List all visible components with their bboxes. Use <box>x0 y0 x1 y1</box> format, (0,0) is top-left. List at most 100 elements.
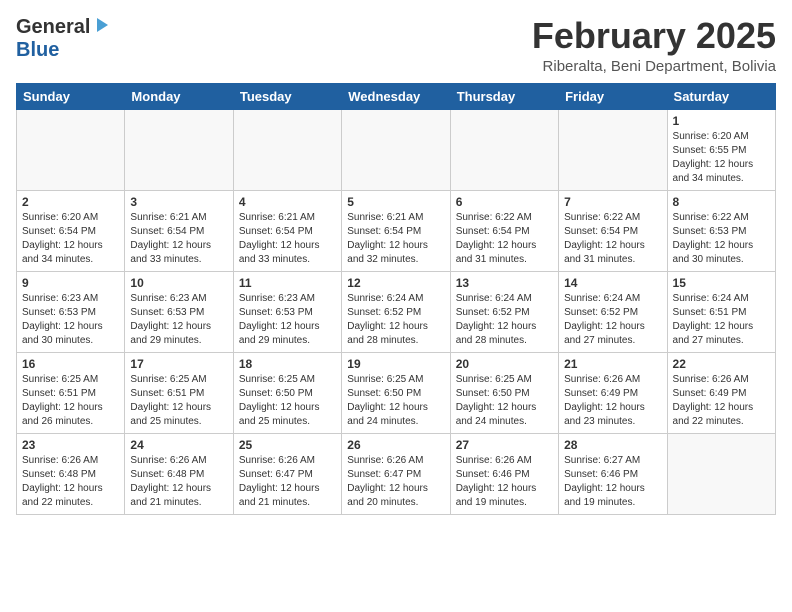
calendar-day-cell <box>667 433 775 514</box>
day-number: 14 <box>564 276 661 290</box>
day-number: 1 <box>673 114 770 128</box>
calendar-day-cell: 14 Sunrise: 6:24 AM Sunset: 6:52 PM Dayli… <box>559 271 667 352</box>
day-info: Sunrise: 6:26 AM Sunset: 6:47 PM Dayligh… <box>347 454 444 510</box>
day-info: Sunrise: 6:20 AM Sunset: 6:54 PM Dayligh… <box>22 211 119 267</box>
day-info: Sunrise: 6:22 AM Sunset: 6:54 PM Dayligh… <box>564 211 661 267</box>
day-number: 2 <box>22 195 119 209</box>
day-info: Sunrise: 6:22 AM Sunset: 6:54 PM Dayligh… <box>456 211 553 267</box>
day-info: Sunrise: 6:26 AM Sunset: 6:49 PM Dayligh… <box>564 373 661 429</box>
calendar-day-cell: 11 Sunrise: 6:23 AM Sunset: 6:53 PM Dayli… <box>233 271 341 352</box>
day-number: 11 <box>239 276 336 290</box>
calendar-day-cell: 6 Sunrise: 6:22 AM Sunset: 6:54 PM Daylig… <box>450 190 558 271</box>
title-block: February 2025 Riberalta, Beni Department… <box>532 16 776 75</box>
calendar-day-cell <box>559 109 667 190</box>
day-info: Sunrise: 6:25 AM Sunset: 6:50 PM Dayligh… <box>456 373 553 429</box>
calendar-day-cell: 25Sunrise: 6:26 AM Sunset: 6:47 PM Dayli… <box>233 433 341 514</box>
weekday-header-tuesday: Tuesday <box>233 83 341 109</box>
day-info: Sunrise: 6:24 AM Sunset: 6:52 PM Dayligh… <box>564 292 661 348</box>
day-number: 28 <box>564 438 661 452</box>
day-number: 7 <box>564 195 661 209</box>
calendar-day-cell: 27 Sunrise: 6:26 AM Sunset: 6:46 PM Dayli… <box>450 433 558 514</box>
logo-triangle-icon <box>92 16 110 34</box>
day-number: 21 <box>564 357 661 371</box>
day-info: Sunrise: 6:27 AM Sunset: 6:46 PM Dayligh… <box>564 454 661 510</box>
day-number: 26 <box>347 438 444 452</box>
day-info: Sunrise: 6:21 AM Sunset: 6:54 PM Dayligh… <box>130 211 227 267</box>
day-info: Sunrise: 6:26 AM Sunset: 6:48 PM Dayligh… <box>22 454 119 510</box>
logo-blue-text: Blue <box>16 39 59 61</box>
day-info: Sunrise: 6:21 AM Sunset: 6:54 PM Dayligh… <box>347 211 444 267</box>
day-info: Sunrise: 6:26 AM Sunset: 6:49 PM Dayligh… <box>673 373 770 429</box>
day-number: 13 <box>456 276 553 290</box>
day-number: 20 <box>456 357 553 371</box>
weekday-header-sunday: Sunday <box>17 83 125 109</box>
day-number: 17 <box>130 357 227 371</box>
calendar-day-cell: 5 Sunrise: 6:21 AM Sunset: 6:54 PM Daylig… <box>342 190 450 271</box>
calendar-day-cell: 26 Sunrise: 6:26 AM Sunset: 6:47 PM Dayli… <box>342 433 450 514</box>
weekday-header-wednesday: Wednesday <box>342 83 450 109</box>
day-number: 25 <box>239 438 336 452</box>
calendar-day-cell: 7 Sunrise: 6:22 AM Sunset: 6:54 PM Daylig… <box>559 190 667 271</box>
day-info: Sunrise: 6:24 AM Sunset: 6:52 PM Dayligh… <box>456 292 553 348</box>
calendar-day-cell: 21 Sunrise: 6:26 AM Sunset: 6:49 PM Dayli… <box>559 352 667 433</box>
calendar-day-cell <box>342 109 450 190</box>
day-number: 5 <box>347 195 444 209</box>
day-info: Sunrise: 6:23 AM Sunset: 6:53 PM Dayligh… <box>239 292 336 348</box>
location-title: Riberalta, Beni Department, Bolivia <box>532 58 776 75</box>
calendar-day-cell: 8Sunrise: 6:22 AM Sunset: 6:53 PM Daylig… <box>667 190 775 271</box>
calendar-day-cell <box>233 109 341 190</box>
calendar-day-cell: 16Sunrise: 6:25 AM Sunset: 6:51 PM Dayli… <box>17 352 125 433</box>
calendar-day-cell: 28 Sunrise: 6:27 AM Sunset: 6:46 PM Dayli… <box>559 433 667 514</box>
calendar-week-row: 9 Sunrise: 6:23 AM Sunset: 6:53 PM Daylig… <box>17 271 776 352</box>
logo-general-text: General <box>16 16 90 39</box>
day-number: 22 <box>673 357 770 371</box>
day-info: Sunrise: 6:24 AM Sunset: 6:51 PM Dayligh… <box>673 292 770 348</box>
calendar-header-row: SundayMondayTuesdayWednesdayThursdayFrid… <box>17 83 776 109</box>
day-info: Sunrise: 6:22 AM Sunset: 6:53 PM Dayligh… <box>673 211 770 267</box>
calendar-day-cell: 10 Sunrise: 6:23 AM Sunset: 6:53 PM Dayli… <box>125 271 233 352</box>
calendar-table: SundayMondayTuesdayWednesdayThursdayFrid… <box>16 83 776 515</box>
day-info: Sunrise: 6:24 AM Sunset: 6:52 PM Dayligh… <box>347 292 444 348</box>
calendar-day-cell: 22 Sunrise: 6:26 AM Sunset: 6:49 PM Dayli… <box>667 352 775 433</box>
calendar-day-cell: 19 Sunrise: 6:25 AM Sunset: 6:50 PM Dayli… <box>342 352 450 433</box>
day-number: 10 <box>130 276 227 290</box>
day-number: 15 <box>673 276 770 290</box>
calendar-day-cell: 4Sunrise: 6:21 AM Sunset: 6:54 PM Daylig… <box>233 190 341 271</box>
calendar-day-cell: 12 Sunrise: 6:24 AM Sunset: 6:52 PM Dayli… <box>342 271 450 352</box>
calendar-day-cell: 24Sunrise: 6:26 AM Sunset: 6:48 PM Dayli… <box>125 433 233 514</box>
calendar-day-cell <box>17 109 125 190</box>
calendar-day-cell <box>125 109 233 190</box>
day-info: Sunrise: 6:25 AM Sunset: 6:50 PM Dayligh… <box>239 373 336 429</box>
calendar-day-cell: 17Sunrise: 6:25 AM Sunset: 6:51 PM Dayli… <box>125 352 233 433</box>
calendar-week-row: 1Sunrise: 6:20 AM Sunset: 6:55 PM Daylig… <box>17 109 776 190</box>
calendar-day-cell: 13 Sunrise: 6:24 AM Sunset: 6:52 PM Dayli… <box>450 271 558 352</box>
day-info: Sunrise: 6:26 AM Sunset: 6:46 PM Dayligh… <box>456 454 553 510</box>
weekday-header-thursday: Thursday <box>450 83 558 109</box>
day-info: Sunrise: 6:23 AM Sunset: 6:53 PM Dayligh… <box>130 292 227 348</box>
day-number: 12 <box>347 276 444 290</box>
calendar-day-cell: 3 Sunrise: 6:21 AM Sunset: 6:54 PM Daylig… <box>125 190 233 271</box>
day-info: Sunrise: 6:25 AM Sunset: 6:50 PM Dayligh… <box>347 373 444 429</box>
weekday-header-saturday: Saturday <box>667 83 775 109</box>
day-number: 18 <box>239 357 336 371</box>
month-title: February 2025 <box>532 16 776 56</box>
calendar-day-cell: 9 Sunrise: 6:23 AM Sunset: 6:53 PM Daylig… <box>17 271 125 352</box>
calendar-week-row: 2 Sunrise: 6:20 AM Sunset: 6:54 PM Daylig… <box>17 190 776 271</box>
day-number: 27 <box>456 438 553 452</box>
day-info: Sunrise: 6:26 AM Sunset: 6:48 PM Dayligh… <box>130 454 227 510</box>
day-number: 3 <box>130 195 227 209</box>
day-info: Sunrise: 6:23 AM Sunset: 6:53 PM Dayligh… <box>22 292 119 348</box>
calendar-day-cell: 23 Sunrise: 6:26 AM Sunset: 6:48 PM Dayli… <box>17 433 125 514</box>
calendar-day-cell: 18 Sunrise: 6:25 AM Sunset: 6:50 PM Dayli… <box>233 352 341 433</box>
calendar-day-cell: 1Sunrise: 6:20 AM Sunset: 6:55 PM Daylig… <box>667 109 775 190</box>
calendar-day-cell: 2 Sunrise: 6:20 AM Sunset: 6:54 PM Daylig… <box>17 190 125 271</box>
day-info: Sunrise: 6:21 AM Sunset: 6:54 PM Dayligh… <box>239 211 336 267</box>
calendar-day-cell <box>450 109 558 190</box>
day-number: 23 <box>22 438 119 452</box>
day-number: 19 <box>347 357 444 371</box>
day-number: 6 <box>456 195 553 209</box>
calendar-day-cell: 15 Sunrise: 6:24 AM Sunset: 6:51 PM Dayli… <box>667 271 775 352</box>
calendar-week-row: 23 Sunrise: 6:26 AM Sunset: 6:48 PM Dayli… <box>17 433 776 514</box>
day-number: 9 <box>22 276 119 290</box>
weekday-header-friday: Friday <box>559 83 667 109</box>
